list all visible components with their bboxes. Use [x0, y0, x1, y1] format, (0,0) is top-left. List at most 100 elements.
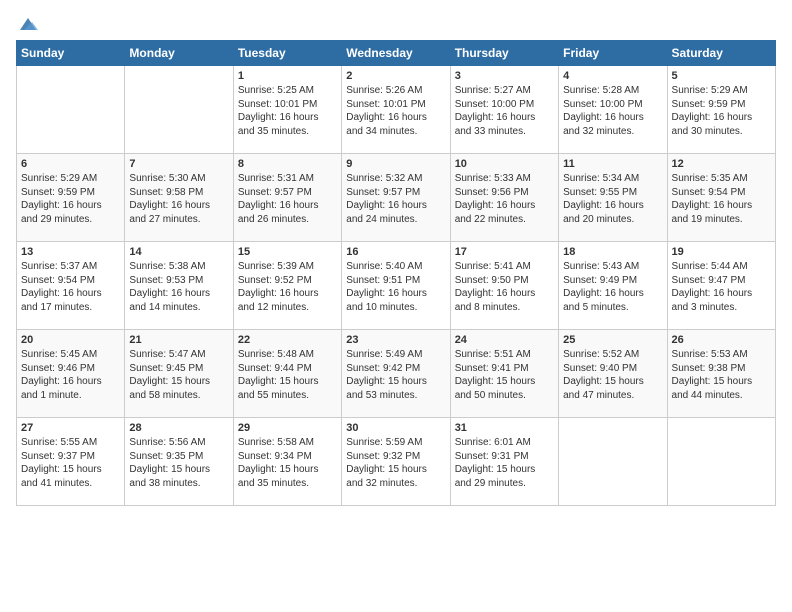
calendar-body: 1 Sunrise: 5:25 AM Sunset: 10:01 PM Dayli… [17, 66, 776, 506]
header-cell-sunday: Sunday [17, 41, 125, 66]
day-number: 21 [129, 334, 228, 346]
calendar-week-1: 1 Sunrise: 5:25 AM Sunset: 10:01 PM Dayli… [17, 66, 776, 154]
calendar-cell: 13 Sunrise: 5:37 AM Sunset: 9:54 PM Dayli… [17, 242, 125, 330]
day-number: 26 [672, 334, 771, 346]
day-content: Sunrise: 5:53 AM Sunset: 9:38 PM Dayligh… [672, 349, 753, 401]
calendar-cell: 28Sunrise: 5:56 AM Sunset: 9:35 PM Dayli… [125, 418, 233, 506]
day-content: Sunrise: 5:29 AM Sunset: 9:59 PM Dayligh… [21, 173, 102, 225]
day-number: 13 [21, 246, 120, 258]
calendar-cell: 8 Sunrise: 5:31 AM Sunset: 9:57 PM Daylig… [233, 154, 341, 242]
day-number: 14 [129, 246, 228, 258]
day-number: 4 [563, 70, 662, 82]
calendar-week-4: 20Sunrise: 5:45 AM Sunset: 9:46 PM Dayli… [17, 330, 776, 418]
calendar-cell: 3Sunrise: 5:27 AM Sunset: 10:00 PM Dayli… [450, 66, 558, 154]
day-content: Sunrise: 5:30 AM Sunset: 9:58 PM Dayligh… [129, 173, 210, 225]
day-number: 25 [563, 334, 662, 346]
day-number: 19 [672, 246, 771, 258]
calendar-cell: 5 Sunrise: 5:29 AM Sunset: 9:59 PM Daylig… [667, 66, 775, 154]
day-content: Sunrise: 5:25 AM Sunset: 10:01 PM Daylig… [238, 85, 319, 137]
day-content: Sunrise: 5:33 AM Sunset: 9:56 PM Dayligh… [455, 173, 536, 225]
calendar-cell [17, 66, 125, 154]
calendar-cell: 12Sunrise: 5:35 AM Sunset: 9:54 PM Dayli… [667, 154, 775, 242]
calendar-week-2: 6Sunrise: 5:29 AM Sunset: 9:59 PM Daylig… [17, 154, 776, 242]
calendar-cell: 15 Sunrise: 5:39 AM Sunset: 9:52 PM Dayli… [233, 242, 341, 330]
day-content: Sunrise: 5:32 AM Sunset: 9:57 PM Dayligh… [346, 173, 427, 225]
day-number: 10 [455, 158, 554, 170]
day-content: Sunrise: 5:48 AM Sunset: 9:44 PM Dayligh… [238, 349, 319, 401]
calendar-cell: 30 Sunrise: 5:59 AM Sunset: 9:32 PM Dayli… [342, 418, 450, 506]
day-content: Sunrise: 5:39 AM Sunset: 9:52 PM Dayligh… [238, 261, 319, 313]
day-number: 8 [238, 158, 337, 170]
day-content: Sunrise: 5:28 AM Sunset: 10:00 PM Daylig… [563, 85, 644, 137]
calendar-cell: 29 Sunrise: 5:58 AM Sunset: 9:34 PM Dayli… [233, 418, 341, 506]
calendar-cell: 17Sunrise: 5:41 AM Sunset: 9:50 PM Dayli… [450, 242, 558, 330]
day-number: 3 [455, 70, 554, 82]
day-content: Sunrise: 5:29 AM Sunset: 9:59 PM Dayligh… [672, 85, 753, 137]
header-cell-monday: Monday [125, 41, 233, 66]
day-number: 23 [346, 334, 445, 346]
calendar-header-row: SundayMondayTuesdayWednesdayThursdayFrid… [17, 41, 776, 66]
day-content: Sunrise: 5:40 AM Sunset: 9:51 PM Dayligh… [346, 261, 427, 313]
logo [16, 16, 38, 32]
logo-icon [18, 16, 38, 32]
day-number: 29 [238, 422, 337, 434]
calendar-cell [125, 66, 233, 154]
header-cell-tuesday: Tuesday [233, 41, 341, 66]
day-content: Sunrise: 5:43 AM Sunset: 9:49 PM Dayligh… [563, 261, 644, 313]
calendar-cell [559, 418, 667, 506]
day-number: 28 [129, 422, 228, 434]
calendar-cell: 24 Sunrise: 5:51 AM Sunset: 9:41 PM Dayli… [450, 330, 558, 418]
day-content: Sunrise: 5:26 AM Sunset: 10:01 PM Daylig… [346, 85, 427, 137]
calendar-table: SundayMondayTuesdayWednesdayThursdayFrid… [16, 40, 776, 506]
day-number: 18 [563, 246, 662, 258]
calendar-cell: 31Sunrise: 6:01 AM Sunset: 9:31 PM Dayli… [450, 418, 558, 506]
day-number: 15 [238, 246, 337, 258]
calendar-cell: 14 Sunrise: 5:38 AM Sunset: 9:53 PM Dayli… [125, 242, 233, 330]
calendar-cell: 10 Sunrise: 5:33 AM Sunset: 9:56 PM Dayli… [450, 154, 558, 242]
day-content: Sunrise: 5:58 AM Sunset: 9:34 PM Dayligh… [238, 437, 319, 489]
day-number: 11 [563, 158, 662, 170]
calendar-cell: 23 Sunrise: 5:49 AM Sunset: 9:42 PM Dayli… [342, 330, 450, 418]
calendar-cell: 1 Sunrise: 5:25 AM Sunset: 10:01 PM Dayli… [233, 66, 341, 154]
day-content: Sunrise: 5:55 AM Sunset: 9:37 PM Dayligh… [21, 437, 102, 489]
calendar-cell: 4 Sunrise: 5:28 AM Sunset: 10:00 PM Dayli… [559, 66, 667, 154]
calendar-cell: 22 Sunrise: 5:48 AM Sunset: 9:44 PM Dayli… [233, 330, 341, 418]
day-content: Sunrise: 5:45 AM Sunset: 9:46 PM Dayligh… [21, 349, 102, 401]
header-cell-friday: Friday [559, 41, 667, 66]
day-content: Sunrise: 5:34 AM Sunset: 9:55 PM Dayligh… [563, 173, 644, 225]
day-content: Sunrise: 5:44 AM Sunset: 9:47 PM Dayligh… [672, 261, 753, 313]
day-content: Sunrise: 5:59 AM Sunset: 9:32 PM Dayligh… [346, 437, 427, 489]
day-content: Sunrise: 5:47 AM Sunset: 9:45 PM Dayligh… [129, 349, 210, 401]
day-number: 7 [129, 158, 228, 170]
calendar-cell: 26 Sunrise: 5:53 AM Sunset: 9:38 PM Dayli… [667, 330, 775, 418]
day-number: 22 [238, 334, 337, 346]
logo-blue [16, 16, 38, 32]
calendar-cell: 20Sunrise: 5:45 AM Sunset: 9:46 PM Dayli… [17, 330, 125, 418]
calendar-cell: 11 Sunrise: 5:34 AM Sunset: 9:55 PM Dayli… [559, 154, 667, 242]
day-number: 1 [238, 70, 337, 82]
day-number: 30 [346, 422, 445, 434]
page-header [16, 16, 776, 32]
calendar-cell: 21 Sunrise: 5:47 AM Sunset: 9:45 PM Dayli… [125, 330, 233, 418]
day-content: Sunrise: 5:49 AM Sunset: 9:42 PM Dayligh… [346, 349, 427, 401]
day-number: 31 [455, 422, 554, 434]
calendar-cell [667, 418, 775, 506]
day-number: 9 [346, 158, 445, 170]
day-number: 24 [455, 334, 554, 346]
day-content: Sunrise: 5:37 AM Sunset: 9:54 PM Dayligh… [21, 261, 102, 313]
calendar-cell: 6Sunrise: 5:29 AM Sunset: 9:59 PM Daylig… [17, 154, 125, 242]
calendar-cell: 2 Sunrise: 5:26 AM Sunset: 10:01 PM Dayli… [342, 66, 450, 154]
day-content: Sunrise: 5:51 AM Sunset: 9:41 PM Dayligh… [455, 349, 536, 401]
day-number: 27 [21, 422, 120, 434]
day-number: 17 [455, 246, 554, 258]
day-number: 5 [672, 70, 771, 82]
day-content: Sunrise: 5:31 AM Sunset: 9:57 PM Dayligh… [238, 173, 319, 225]
calendar-cell: 9 Sunrise: 5:32 AM Sunset: 9:57 PM Daylig… [342, 154, 450, 242]
calendar-cell: 19 Sunrise: 5:44 AM Sunset: 9:47 PM Dayli… [667, 242, 775, 330]
calendar-cell: 25Sunrise: 5:52 AM Sunset: 9:40 PM Dayli… [559, 330, 667, 418]
header-cell-thursday: Thursday [450, 41, 558, 66]
day-content: Sunrise: 5:38 AM Sunset: 9:53 PM Dayligh… [129, 261, 210, 313]
calendar-cell: 7 Sunrise: 5:30 AM Sunset: 9:58 PM Daylig… [125, 154, 233, 242]
calendar-week-3: 13 Sunrise: 5:37 AM Sunset: 9:54 PM Dayli… [17, 242, 776, 330]
day-number: 2 [346, 70, 445, 82]
